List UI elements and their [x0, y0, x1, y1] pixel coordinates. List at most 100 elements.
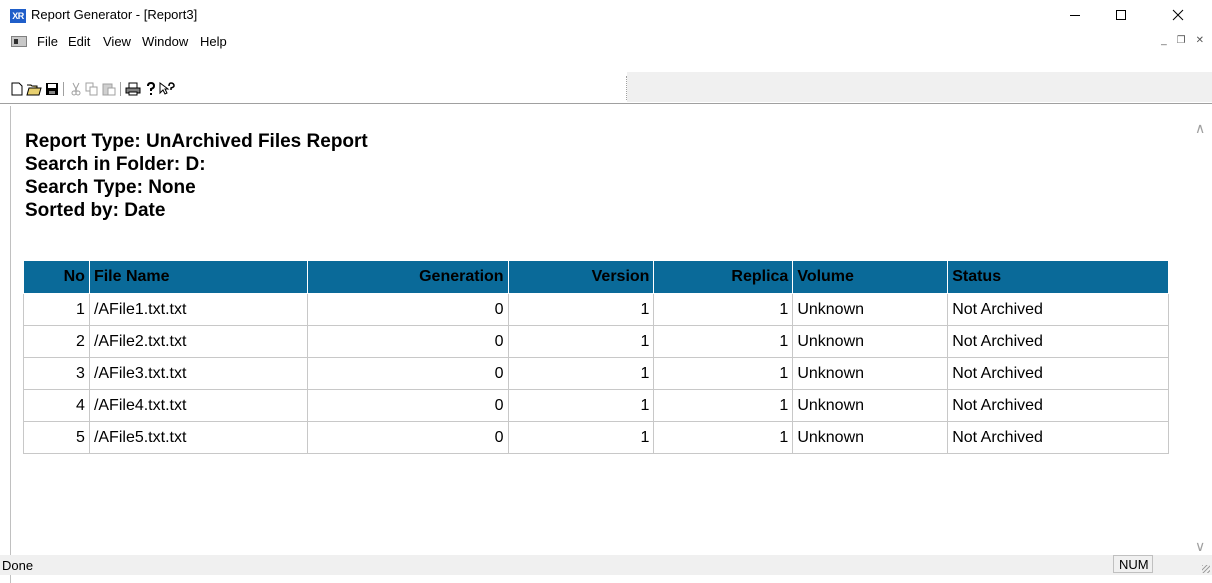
cell-file-name: /AFile5.txt.txt [88, 421, 308, 454]
cell-generation: 0 [306, 325, 509, 358]
cell-version: 1 [507, 325, 655, 358]
cell-generation: 0 [306, 357, 509, 390]
toolbar-separator [63, 82, 64, 96]
minimize-icon[interactable]: _ [1161, 35, 1167, 46]
status-bar: Done NUM [0, 555, 1212, 575]
report-view[interactable]: Report Type: UnArchived Files Report Sea… [10, 106, 1211, 583]
save-icon [46, 83, 58, 95]
copy-icon [85, 82, 98, 96]
cell-volume: Unknown [792, 357, 949, 390]
table-row[interactable]: 5 /AFile5.txt.txt 0 1 1 Unknown Not Arch… [23, 421, 1169, 454]
toolbar-separator [120, 82, 121, 96]
cut-button[interactable] [68, 81, 84, 97]
close-icon [1172, 9, 1184, 21]
table-row[interactable]: 2 /AFile2.txt.txt 0 1 1 Unknown Not Arch… [23, 325, 1169, 358]
cell-replica: 1 [653, 389, 794, 422]
column-header-volume[interactable]: Volume [792, 260, 949, 294]
table-row[interactable]: 1 /AFile1.txt.txt 0 1 1 Unknown Not Arch… [23, 293, 1169, 326]
cell-replica: 1 [653, 357, 794, 390]
menu-edit[interactable]: Edit [68, 34, 90, 49]
cell-status: Not Archived [947, 421, 1169, 454]
menu-window[interactable]: Window [142, 34, 188, 49]
cell-status: Not Archived [947, 357, 1169, 390]
report-type-line: Report Type: UnArchived Files Report [25, 131, 368, 152]
paste-icon [102, 83, 116, 96]
cell-generation: 0 [306, 293, 509, 326]
cut-icon [71, 82, 81, 96]
cell-no: 1 [23, 293, 90, 326]
report-summary: Report Type: UnArchived Files Report Sea… [25, 130, 368, 222]
column-header-replica[interactable]: Replica [653, 260, 794, 294]
close-icon[interactable]: ✕ [1196, 35, 1204, 46]
cell-generation: 0 [306, 389, 509, 422]
column-header-generation[interactable]: Generation [306, 260, 509, 294]
minimize-button[interactable] [1052, 0, 1098, 30]
scroll-up-icon[interactable]: ∧ [1195, 120, 1205, 137]
cell-generation: 0 [306, 421, 509, 454]
cell-status: Not Archived [947, 389, 1169, 422]
title-bar: XR Report Generator - [Report3] [0, 0, 1212, 30]
table-row[interactable]: 4 /AFile4.txt.txt 0 1 1 Unknown Not Arch… [23, 389, 1169, 422]
vertical-scrollbar[interactable]: ∧ ∨ [1192, 106, 1212, 560]
context-help-button[interactable] [159, 81, 175, 97]
paste-button[interactable] [101, 81, 117, 97]
num-lock-indicator: NUM [1113, 555, 1153, 573]
toolbar-buttons [6, 76, 627, 100]
cell-status: Not Archived [947, 325, 1169, 358]
cell-replica: 1 [653, 325, 794, 358]
menu-view[interactable]: View [103, 34, 131, 49]
scroll-down-icon[interactable]: ∨ [1195, 538, 1205, 555]
open-button[interactable] [26, 81, 42, 97]
resize-grip-icon[interactable] [1202, 565, 1210, 573]
open-icon [26, 84, 42, 96]
cell-replica: 1 [653, 421, 794, 454]
mdi-controls: _ ❐ ✕ [1161, 35, 1204, 46]
table-header-row: No File Name Generation Version Replica … [23, 260, 1169, 294]
app-icon: XR [10, 9, 26, 23]
cell-no: 5 [23, 421, 90, 454]
column-header-version[interactable]: Version [507, 260, 655, 294]
new-button[interactable] [9, 81, 25, 97]
print-button[interactable] [125, 81, 141, 97]
report-table: No File Name Generation Version Replica … [23, 260, 1169, 454]
close-button[interactable] [1155, 0, 1201, 30]
menu-help[interactable]: Help [200, 34, 227, 49]
status-text: Done [2, 558, 34, 573]
toolbar [0, 72, 1212, 103]
maximize-button[interactable] [1098, 0, 1144, 30]
maximize-icon [1116, 10, 1126, 20]
restore-icon[interactable]: ❐ [1177, 35, 1186, 46]
cell-volume: Unknown [792, 389, 949, 422]
column-header-no[interactable]: No [23, 260, 90, 294]
cell-version: 1 [507, 389, 655, 422]
sorted-by-line: Sorted by: Date [25, 200, 166, 221]
cell-version: 1 [507, 421, 655, 454]
context-help-icon [159, 82, 175, 95]
menu-file[interactable]: File [37, 34, 58, 49]
cell-volume: Unknown [792, 293, 949, 326]
cell-no: 3 [23, 357, 90, 390]
search-folder-line: Search in Folder: D: [25, 154, 206, 175]
table-row[interactable]: 3 /AFile3.txt.txt 0 1 1 Unknown Not Arch… [23, 357, 1169, 390]
document-icon[interactable] [11, 36, 27, 47]
column-header-status[interactable]: Status [947, 260, 1169, 294]
copy-button[interactable] [84, 81, 100, 97]
cell-volume: Unknown [792, 421, 949, 454]
save-button[interactable] [44, 81, 60, 97]
cell-volume: Unknown [792, 325, 949, 358]
cell-version: 1 [507, 293, 655, 326]
column-header-file-name[interactable]: File Name [88, 260, 308, 294]
cell-status: Not Archived [947, 293, 1169, 326]
cell-file-name: /AFile3.txt.txt [88, 357, 308, 390]
window-title: Report Generator - [Report3] [31, 7, 198, 22]
print-icon [125, 82, 141, 96]
cell-file-name: /AFile2.txt.txt [88, 325, 308, 358]
about-icon [147, 82, 156, 95]
new-icon [11, 82, 23, 96]
cell-no: 2 [23, 325, 90, 358]
cell-file-name: /AFile1.txt.txt [88, 293, 308, 326]
cell-file-name: /AFile4.txt.txt [88, 389, 308, 422]
about-button[interactable] [143, 81, 159, 97]
separator [0, 103, 1212, 105]
cell-replica: 1 [653, 293, 794, 326]
